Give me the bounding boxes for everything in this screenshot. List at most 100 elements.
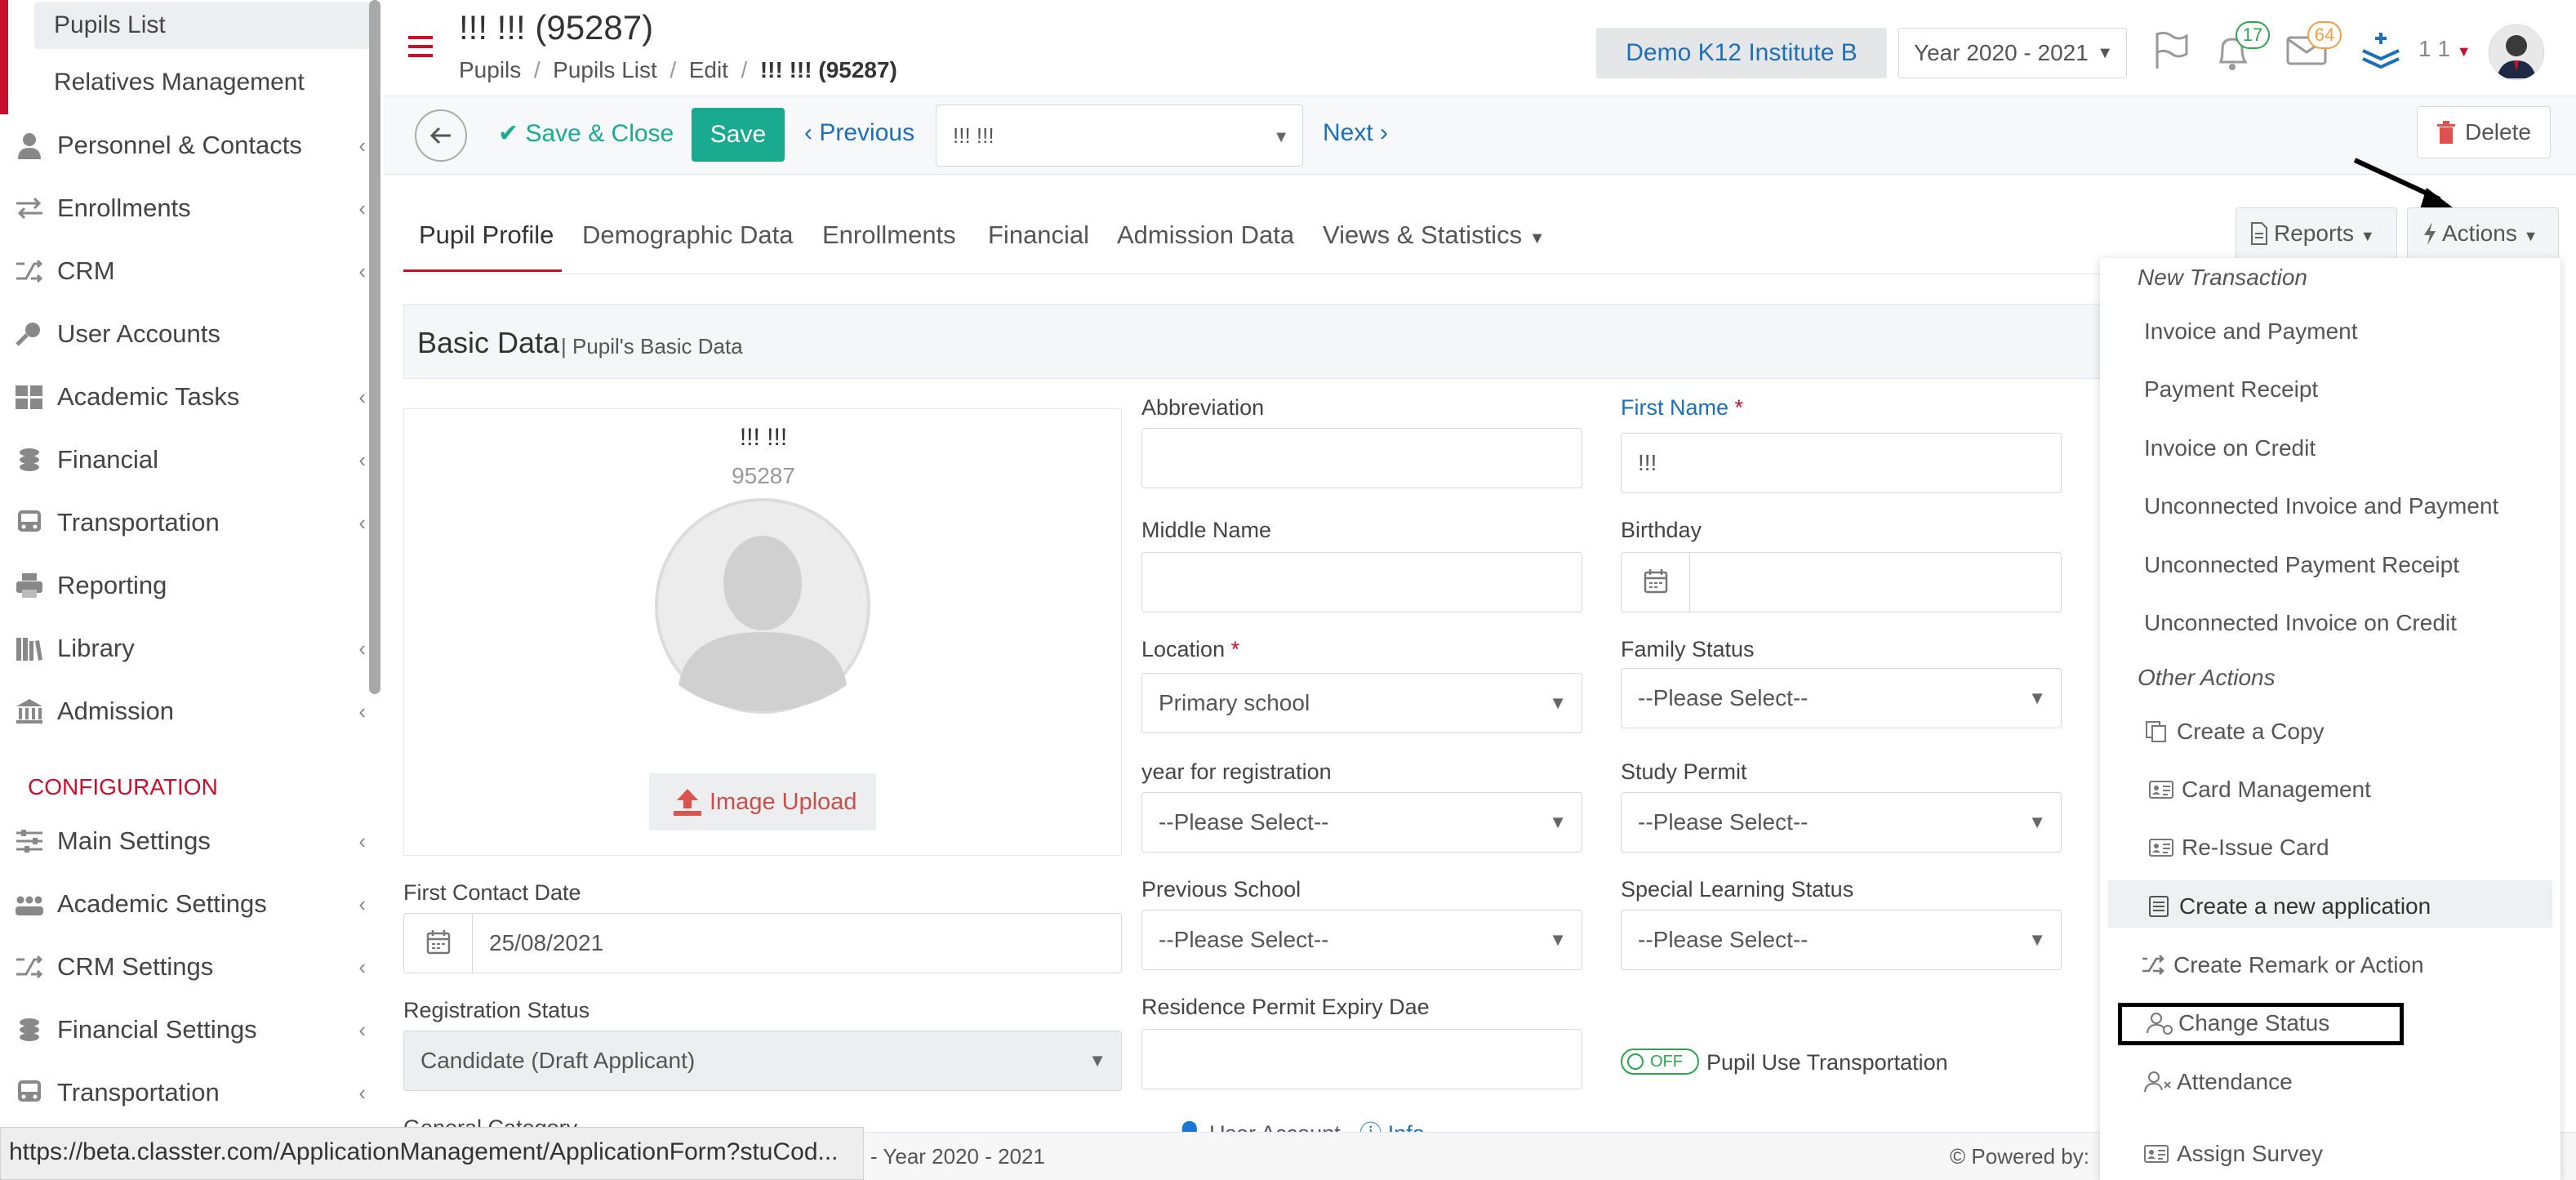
sidebar-scrollbar[interactable]: [369, 0, 380, 694]
menu-invoice-payment[interactable]: Invoice and Payment: [2144, 318, 2358, 345]
tab-enrollments[interactable]: Enrollments: [822, 220, 956, 250]
breadcrumb-edit[interactable]: Edit: [689, 57, 728, 82]
sidebar-item-reporting[interactable]: Reporting: [15, 561, 366, 610]
menu-invoice-credit[interactable]: Invoice on Credit: [2144, 435, 2316, 461]
tab-admission-data[interactable]: Admission Data: [1117, 220, 1294, 250]
sidebar-item-academic-tasks[interactable]: Academic Tasks ‹: [15, 372, 366, 421]
previous-button[interactable]: ‹ Previous: [804, 119, 914, 147]
tab-financial[interactable]: Financial: [988, 220, 1089, 250]
save-button[interactable]: Save: [692, 108, 785, 162]
upload-icon: [672, 787, 703, 817]
sidebar-item-crm[interactable]: CRM ‹: [15, 247, 366, 296]
chevron-left-icon: ‹: [358, 699, 366, 724]
sidebar-subitem-relatives[interactable]: Relatives Management: [34, 59, 369, 106]
shuffle-icon: [15, 953, 44, 981]
middle-name-input[interactable]: [1141, 552, 1582, 612]
menu-reissue-card[interactable]: Re-Issue Card: [2149, 835, 2329, 861]
previous-school-select[interactable]: --Please Select-- ▼: [1141, 910, 1582, 970]
sidebar-item-financial-settings[interactable]: Financial Settings ‹: [15, 1005, 366, 1054]
menu-create-remark[interactable]: Create Remark or Action: [2142, 952, 2424, 978]
sidebar-item-enrollments[interactable]: Enrollments ‹: [15, 184, 366, 233]
menu-create-copy[interactable]: Create a Copy: [2146, 719, 2325, 745]
trash-icon: [2436, 120, 2457, 145]
year-selector[interactable]: Year 2020 - 2021 ▼: [1898, 28, 2127, 78]
chevron-left-icon: ‹: [358, 196, 366, 220]
special-learning-select[interactable]: --Please Select-- ▼: [1621, 910, 2062, 970]
first-name-input[interactable]: !!!: [1621, 433, 2062, 493]
avatar[interactable]: [2489, 24, 2544, 80]
tab-pupil-profile[interactable]: Pupil Profile: [419, 220, 554, 250]
residence-permit-input[interactable]: [1141, 1029, 1582, 1089]
profile-card: !!! !!! 95287 Image Upload: [403, 408, 1122, 856]
active-tab-underline: [403, 269, 562, 272]
caret-down-icon: ▼: [2028, 929, 2046, 950]
chevron-left-icon: ‹: [358, 955, 366, 979]
key-icon: [15, 320, 44, 348]
sidebar-item-financial[interactable]: Financial ‹: [15, 435, 366, 484]
caret-down-icon: ▼: [1528, 229, 1546, 247]
page-title: !!! !!! (95287): [459, 8, 654, 47]
location-select[interactable]: Primary school ▼: [1141, 673, 1582, 733]
delete-button[interactable]: Delete: [2417, 106, 2551, 158]
profile-name: !!! !!!: [739, 424, 788, 451]
menu-attendance[interactable]: Attendance: [2144, 1069, 2293, 1095]
layers-add-icon[interactable]: [2360, 29, 2402, 72]
calendar-icon[interactable]: [1622, 553, 1690, 612]
menu-assign-survey[interactable]: Assign Survey: [2144, 1141, 2323, 1167]
back-button[interactable]: [415, 109, 467, 162]
location-label: Location *: [1141, 637, 1240, 661]
sidebar-item-personnel[interactable]: Personnel & Contacts ‹: [15, 121, 366, 170]
sidebar-item-main-settings[interactable]: Main Settings ‹: [15, 817, 366, 866]
hamburger-menu-icon[interactable]: [408, 36, 433, 57]
menu-unconnected-payment-receipt[interactable]: Unconnected Payment Receipt: [2144, 552, 2459, 578]
registration-status-select[interactable]: Candidate (Draft Applicant) ▼: [403, 1031, 1122, 1091]
abbreviation-input[interactable]: [1141, 428, 1582, 488]
sidebar-item-academic-settings[interactable]: Academic Settings ‹: [15, 879, 366, 928]
coins-icon: [15, 1016, 44, 1044]
sidebar-item-crm-settings[interactable]: CRM Settings ‹: [15, 942, 366, 991]
reports-button[interactable]: Reports ▼: [2236, 207, 2397, 260]
residence-permit-label: Residence Permit Expiry Dae: [1141, 995, 1430, 1019]
copyright-icon: ©: [1950, 1144, 1966, 1169]
sidebar-item-admission[interactable]: Admission ‹: [15, 687, 366, 736]
birthday-input[interactable]: [1621, 552, 2062, 612]
chevron-left-icon: ‹: [358, 1080, 366, 1105]
menu-payment-receipt[interactable]: Payment Receipt: [2144, 376, 2318, 403]
sidebar-subitem-pupils-list[interactable]: Pupils List: [34, 2, 369, 49]
bolt-icon: [2423, 221, 2437, 246]
other-actions-header: Other Actions: [2138, 665, 2276, 690]
save-close-button[interactable]: ✔ Save & Close: [498, 119, 674, 148]
sidebar-item-transportation-settings[interactable]: Transportation ‹: [15, 1068, 366, 1117]
first-contact-input[interactable]: 25/08/2021: [403, 913, 1122, 973]
record-select[interactable]: !!! !!! ▼: [936, 105, 1303, 167]
sidebar-item-user-accounts[interactable]: User Accounts: [15, 309, 366, 358]
menu-unconnected-invoice-payment[interactable]: Unconnected Invoice and Payment: [2144, 493, 2498, 519]
chevron-left-icon: ‹: [358, 259, 366, 283]
next-button[interactable]: Next ›: [1323, 119, 1388, 147]
flag-icon[interactable]: [2154, 31, 2190, 70]
breadcrumb-pupils-list[interactable]: Pupils List: [553, 57, 657, 82]
breadcrumb-pupils[interactable]: Pupils: [459, 57, 521, 82]
menu-card-management[interactable]: Card Management: [2149, 777, 2371, 803]
year-registration-select[interactable]: --Please Select-- ▼: [1141, 792, 1582, 853]
study-permit-select[interactable]: --Please Select-- ▼: [1621, 792, 2062, 853]
tab-views-statistics[interactable]: Views & Statistics ▼: [1323, 220, 1546, 250]
image-upload-button[interactable]: Image Upload: [649, 773, 876, 830]
calendar-icon[interactable]: [404, 914, 473, 973]
middle-name-label: Middle Name: [1141, 518, 1272, 542]
user-menu[interactable]: 1 1 ▼: [2418, 36, 2471, 62]
menu-unconnected-invoice-credit[interactable]: Unconnected Invoice on Credit: [2144, 610, 2457, 636]
family-status-label: Family Status: [1621, 637, 1755, 661]
sidebar-item-library[interactable]: Library ‹: [15, 624, 366, 673]
family-status-select[interactable]: --Please Select-- ▼: [1621, 668, 2062, 728]
actions-button[interactable]: Actions ▼: [2407, 207, 2559, 260]
caret-down-icon: ▼: [2360, 228, 2375, 244]
status-bar-url: https://beta.classter.com/ApplicationMan…: [0, 1127, 864, 1180]
coins-icon: [15, 446, 44, 474]
transport-toggle[interactable]: OFF: [1621, 1049, 1699, 1075]
tab-demographic-data[interactable]: Demographic Data: [582, 220, 793, 250]
institute-selector[interactable]: Demo K12 Institute B: [1596, 28, 1887, 78]
sidebar-item-transportation[interactable]: Transportation ‹: [15, 498, 366, 547]
chevron-right-icon: ›: [1380, 119, 1389, 146]
menu-create-application[interactable]: Create a new application: [2149, 893, 2431, 920]
